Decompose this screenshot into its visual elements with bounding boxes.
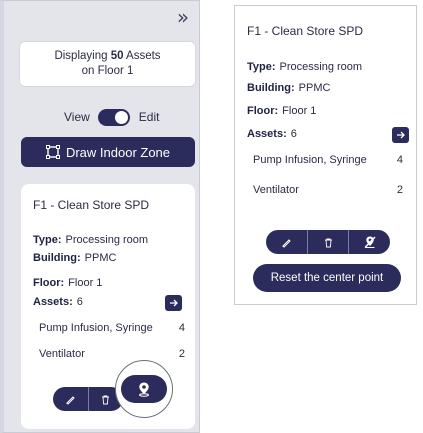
- set-center-point-button[interactable]: [121, 375, 167, 403]
- building-label: Building:: [33, 252, 81, 264]
- asset-name: Ventilator: [253, 184, 299, 196]
- asset-name: Pump Infusion, Syringe: [253, 154, 367, 166]
- view-edit-switch: View Edit: [64, 107, 159, 127]
- map-pin-off-icon: [364, 236, 376, 248]
- zone-assets: Assets: 6: [33, 296, 83, 308]
- asset-row[interactable]: Pump Infusion, Syringe 4: [253, 154, 403, 166]
- assets-value: 6: [290, 128, 297, 140]
- pencil-icon: [281, 238, 291, 248]
- type-label: Type:: [247, 61, 276, 73]
- zone-assets: Assets: 6: [247, 128, 297, 140]
- zone-action-buttons: [266, 230, 390, 254]
- type-label: Type:: [33, 234, 62, 246]
- floor-label: Floor:: [33, 277, 65, 289]
- display-prefix: Displaying: [54, 50, 111, 62]
- toggle-knob: [114, 110, 128, 124]
- zone-title: F1 - Clean Store SPD: [33, 198, 150, 212]
- zone-floor: Floor: Floor 1: [247, 105, 316, 117]
- asset-name: Ventilator: [39, 348, 85, 360]
- draw-indoor-zone-button[interactable]: Draw Indoor Zone: [21, 137, 195, 167]
- asset-count: 50: [110, 50, 124, 62]
- draw-zone-label: Draw Indoor Zone: [65, 144, 171, 160]
- display-floor-line: on Floor 1: [81, 65, 134, 77]
- view-edit-toggle[interactable]: [97, 108, 130, 126]
- zone-type: Type: Processing room: [33, 234, 148, 246]
- reset-center-point-button[interactable]: Reset the center point: [253, 264, 401, 292]
- map-pin-icon: [139, 382, 149, 397]
- edit-zone-button[interactable]: [266, 230, 307, 254]
- arrow-right-icon: [169, 299, 178, 307]
- view-label: View: [64, 110, 90, 124]
- floor-value: Floor 1: [68, 277, 103, 289]
- edit-label: Edit: [138, 110, 160, 124]
- assets-label: Assets:: [247, 128, 287, 140]
- building-value: PPMC: [298, 82, 331, 94]
- asset-name: Pump Infusion, Syringe: [39, 322, 153, 334]
- building-value: PPMC: [84, 252, 117, 264]
- type-value: Processing room: [279, 61, 363, 73]
- asset-count: 4: [396, 154, 403, 166]
- unpin-center-button[interactable]: [348, 230, 390, 254]
- edit-zone-button[interactable]: [53, 387, 88, 411]
- zone-type: Type: Processing room: [247, 61, 362, 73]
- zone-title: F1 - Clean Store SPD: [247, 24, 364, 38]
- floor-label: Floor:: [247, 105, 279, 117]
- asset-count-summary: Displaying 50 Assets on Floor 1: [19, 41, 196, 87]
- floor-value: Floor 1: [282, 105, 317, 117]
- collapse-panel-button[interactable]: »: [170, 7, 196, 29]
- trash-icon: [102, 395, 110, 404]
- asset-row[interactable]: Pump Infusion, Syringe 4: [39, 322, 185, 334]
- zone-building: Building: PPMC: [247, 82, 330, 94]
- asset-count: 4: [178, 322, 185, 334]
- asset-count: 2: [178, 348, 185, 360]
- asset-count: 2: [396, 184, 403, 196]
- asset-row[interactable]: Ventilator 2: [253, 184, 403, 196]
- zone-floor: Floor: Floor 1: [33, 277, 102, 289]
- highlighted-pin-button: [115, 360, 173, 418]
- asset-row[interactable]: Ventilator 2: [39, 348, 185, 360]
- zone-side-panel: » Displaying 50 Assets on Floor 1 View E…: [0, 0, 200, 433]
- delete-zone-button[interactable]: [306, 230, 349, 254]
- assets-label: Assets:: [33, 296, 73, 308]
- building-label: Building:: [247, 82, 295, 94]
- pencil-icon: [65, 395, 75, 405]
- type-value: Processing room: [65, 234, 149, 246]
- display-suffix: Assets: [123, 50, 161, 62]
- zone-details-card-edit: F1 - Clean Store SPD Type: Processing roo…: [234, 5, 417, 305]
- assets-value: 6: [76, 296, 83, 308]
- dashed-square-icon: [45, 145, 60, 159]
- zone-action-buttons: [53, 387, 123, 411]
- arrow-right-icon: [396, 131, 405, 139]
- trash-icon: [324, 238, 332, 247]
- assets-arrow-button[interactable]: [165, 295, 182, 311]
- assets-arrow-button[interactable]: [392, 127, 409, 143]
- zone-building: Building: PPMC: [33, 252, 116, 264]
